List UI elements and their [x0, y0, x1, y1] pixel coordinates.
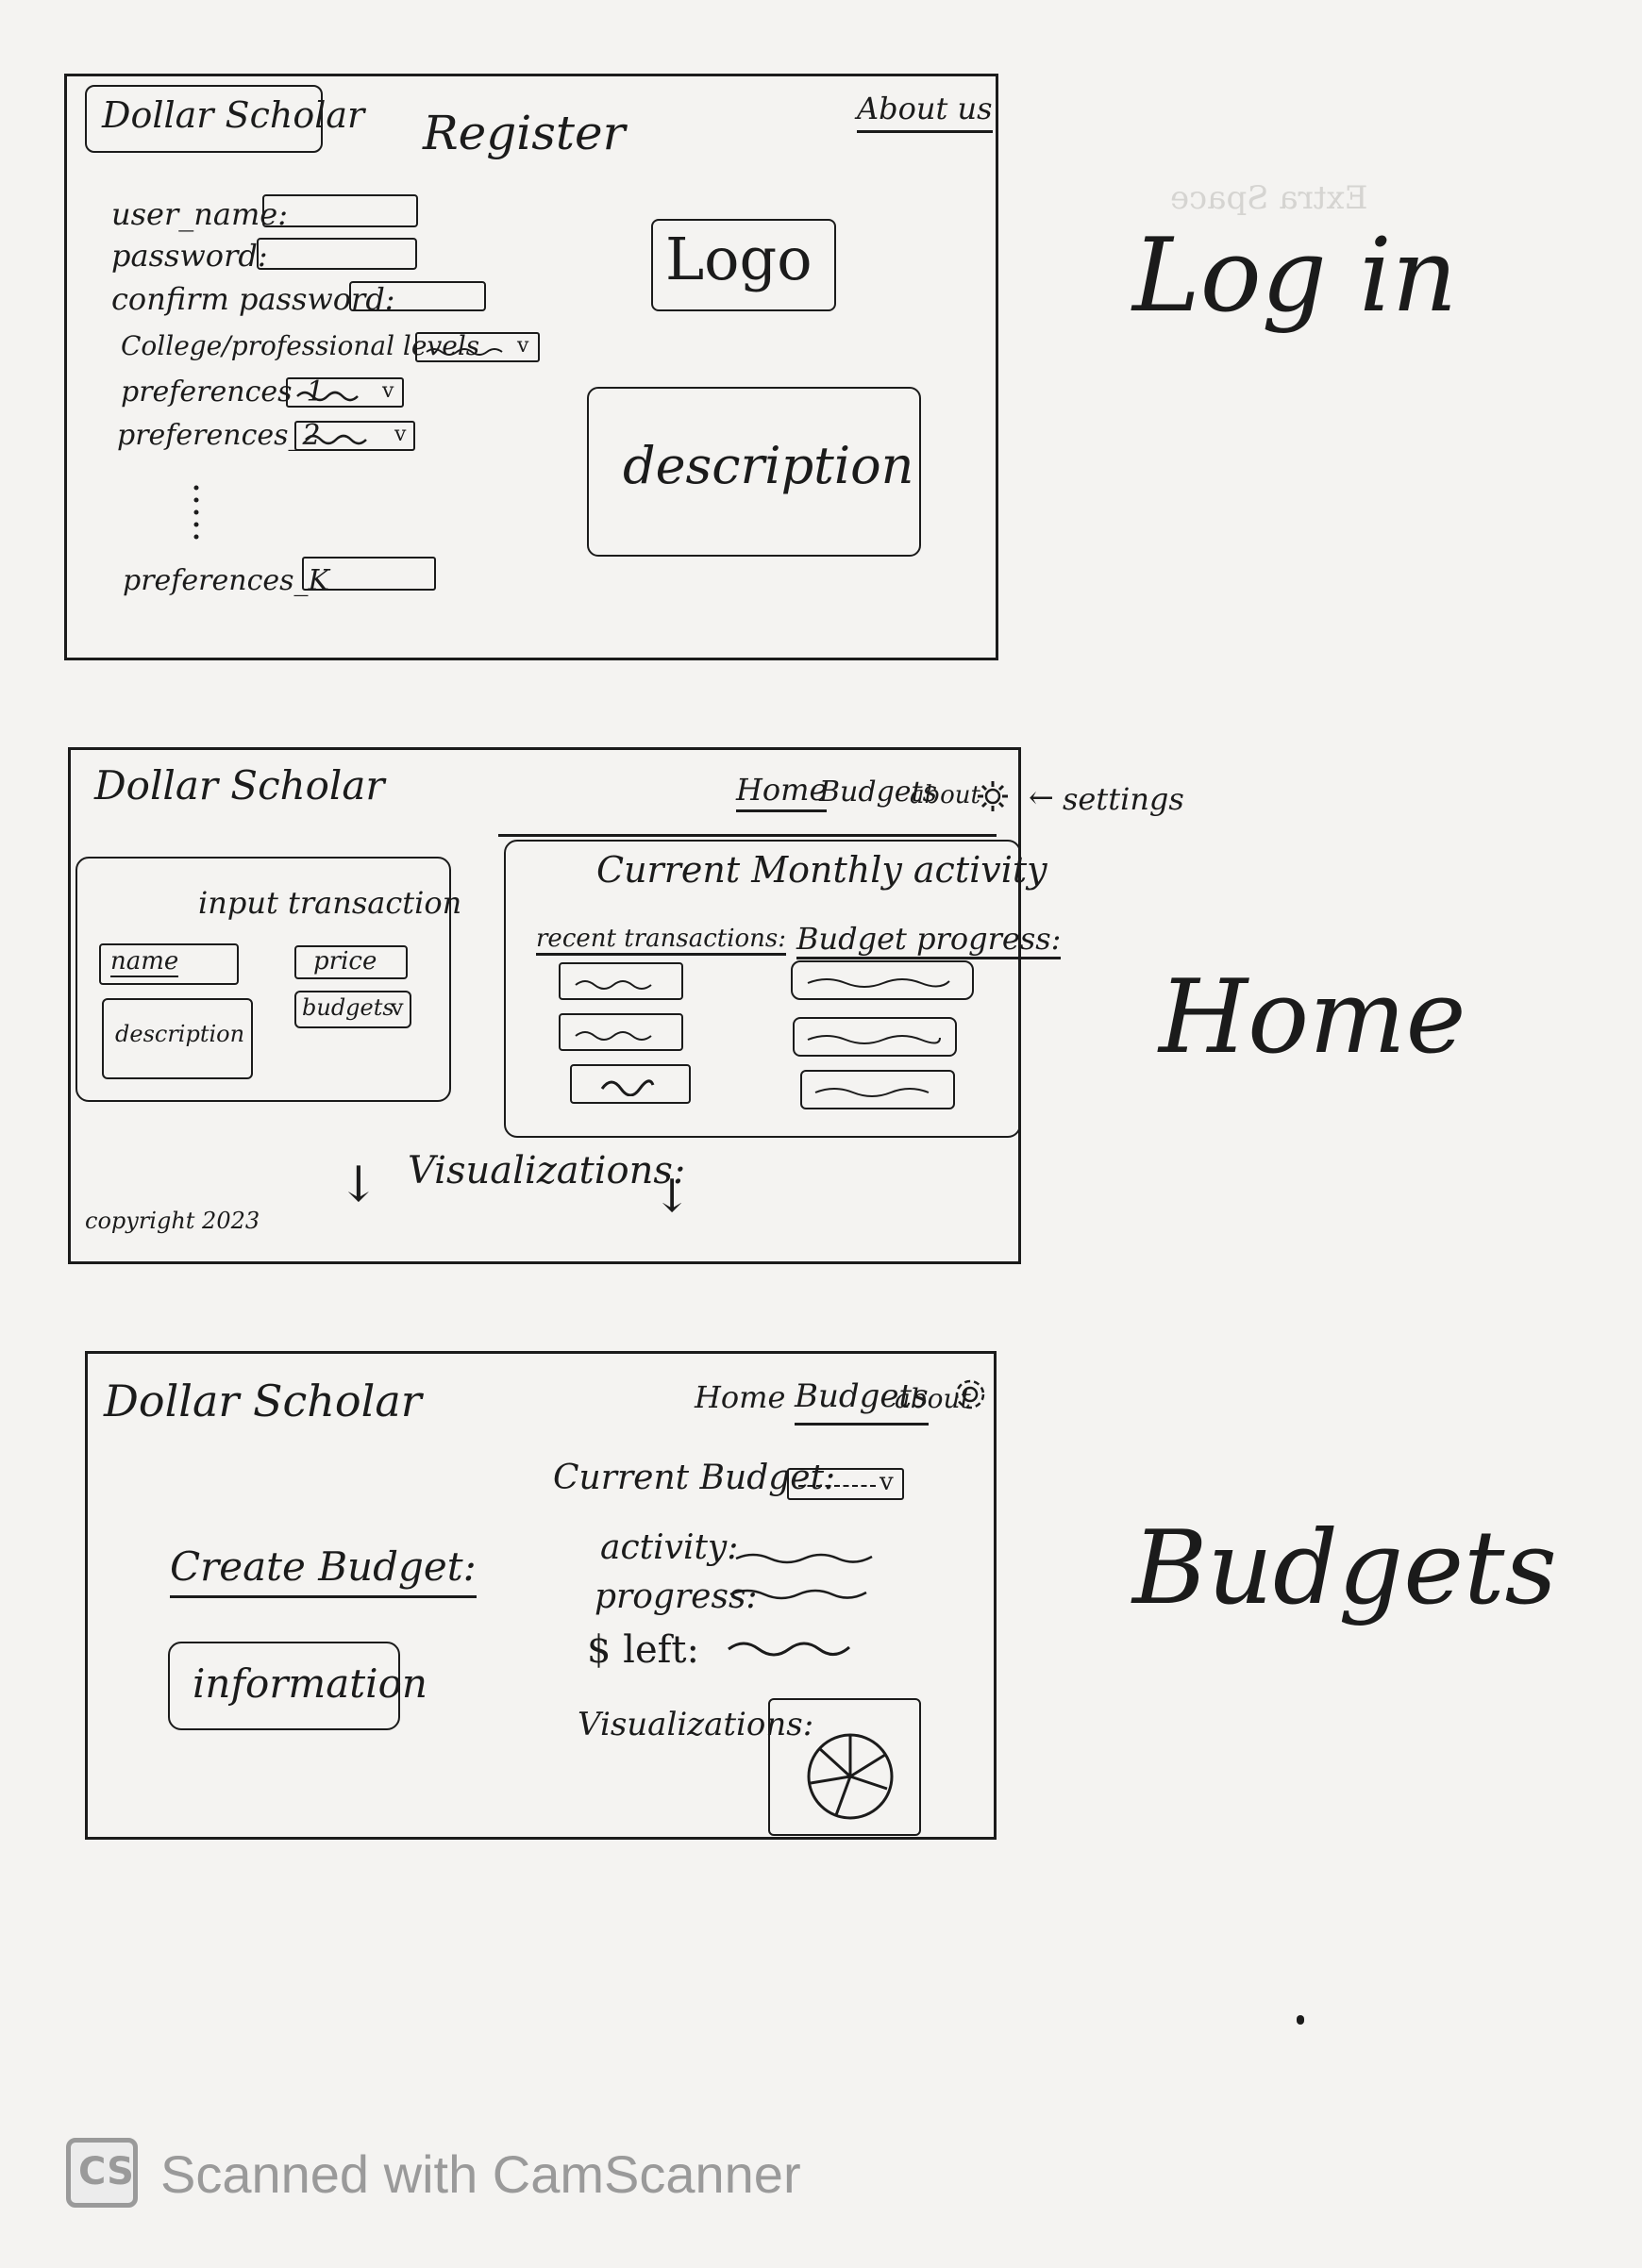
- logo-placeholder: Logo: [665, 225, 813, 293]
- budget-progress-bar: [800, 1070, 955, 1109]
- header-divider: [498, 834, 997, 837]
- nav-about[interactable]: about: [910, 781, 980, 809]
- username-label: user_name:: [111, 196, 289, 232]
- pie-chart-icon: [807, 1733, 894, 1820]
- watermark-text: Scanned with CamScanner: [160, 2144, 801, 2204]
- ellipsis-dots: [193, 485, 199, 540]
- transaction-row[interactable]: [559, 962, 683, 1000]
- prefk-label: preferences_K: [123, 564, 329, 597]
- settings-annotation-arrow: ←: [1029, 779, 1054, 815]
- recent-transactions-label: recent transactions:: [536, 925, 787, 956]
- budgets-select[interactable]: budgets v: [294, 991, 411, 1028]
- stray-dot: [1297, 2015, 1304, 2025]
- chevron-down-icon: v: [391, 994, 404, 1021]
- current-budget-select[interactable]: v: [787, 1468, 904, 1500]
- camscanner-badge-text: CS: [78, 2150, 134, 2193]
- description-text: description: [623, 436, 914, 495]
- budgets-select-value: budgets: [302, 994, 394, 1021]
- arrow-down-icon: ↓: [338, 1157, 379, 1213]
- price-placeholder: price: [313, 947, 377, 976]
- description-placeholder: description: [115, 1021, 245, 1047]
- information-label: information: [193, 1660, 427, 1707]
- progress-value-squiggle: [729, 1589, 867, 1600]
- copyright-text: copyright 2023: [85, 1208, 260, 1234]
- bleed-through-text: Extra Space: [1170, 179, 1368, 217]
- budget-progress-label: Budget progress:: [796, 921, 1062, 959]
- transaction-row[interactable]: [559, 1013, 683, 1051]
- brand-name: Dollar Scholar: [94, 762, 385, 809]
- dollars-left-label: $ left:: [587, 1628, 699, 1672]
- visualizations-label: Visualizations:: [408, 1149, 686, 1192]
- select-value-squiggle: [426, 348, 503, 356]
- confirm-password-input[interactable]: [349, 281, 486, 311]
- chevron-down-icon: v: [382, 379, 394, 403]
- about-us-link[interactable]: About us: [857, 91, 993, 133]
- pref1-select[interactable]: v: [286, 377, 404, 408]
- input-panel-title: input transaction: [198, 885, 462, 921]
- settings-annotation: settings: [1063, 781, 1184, 817]
- row-text-squiggle: [575, 1031, 652, 1041]
- password-input[interactable]: [257, 238, 417, 270]
- arrow-down-icon: ↓: [653, 1170, 692, 1223]
- price-input[interactable]: price: [294, 945, 408, 979]
- description-input[interactable]: description: [102, 998, 253, 1079]
- budget-progress-bar: [791, 960, 974, 1000]
- activity-value-squiggle: [735, 1553, 873, 1564]
- progress-squiggle: [807, 1035, 941, 1044]
- login-side-label: Log in: [1132, 217, 1458, 335]
- information-button[interactable]: information: [168, 1642, 427, 1730]
- chevron-down-icon: v: [880, 1468, 894, 1496]
- select-value-dashes: [798, 1485, 876, 1487]
- brand-name: Dollar Scholar: [102, 94, 365, 136]
- level-select[interactable]: v: [415, 332, 540, 362]
- home-side-label: Home: [1159, 959, 1466, 1076]
- budgets-side-label: Budgets: [1132, 1509, 1557, 1627]
- prefk-input[interactable]: [302, 557, 436, 591]
- dollars-left-value-squiggle: [728, 1642, 850, 1657]
- budget-progress-bar: [793, 1017, 957, 1057]
- select-value-squiggle: [305, 434, 367, 445]
- nav-home[interactable]: Home: [695, 1379, 785, 1415]
- name-input[interactable]: name: [99, 943, 239, 985]
- transaction-row[interactable]: [570, 1064, 691, 1104]
- chevron-down-icon: v: [517, 334, 529, 358]
- gear-icon[interactable]: [951, 1374, 989, 1415]
- create-budget-heading: Create Budget:: [170, 1543, 477, 1598]
- activity-title: Current Monthly activity: [596, 849, 1047, 891]
- password-label: password:: [111, 238, 268, 274]
- pref2-label: preferences_2: [117, 419, 321, 452]
- progress-squiggle: [814, 1088, 930, 1097]
- row-text-squiggle: [575, 980, 652, 990]
- row-text-squiggle: [600, 1079, 655, 1096]
- select-value-squiggle: [296, 391, 359, 402]
- name-placeholder: name: [110, 947, 179, 977]
- brand-name: Dollar Scholar: [104, 1376, 422, 1426]
- nav-home[interactable]: Home: [736, 772, 828, 812]
- username-input[interactable]: [262, 194, 418, 227]
- page-title: Register: [423, 106, 626, 160]
- chevron-down-icon: v: [394, 423, 407, 446]
- activity-label: activity:: [600, 1528, 739, 1567]
- pref2-select[interactable]: v: [294, 421, 415, 451]
- gear-icon[interactable]: [974, 777, 1012, 815]
- progress-squiggle: [807, 978, 950, 988]
- camscanner-badge: CS: [66, 2138, 138, 2208]
